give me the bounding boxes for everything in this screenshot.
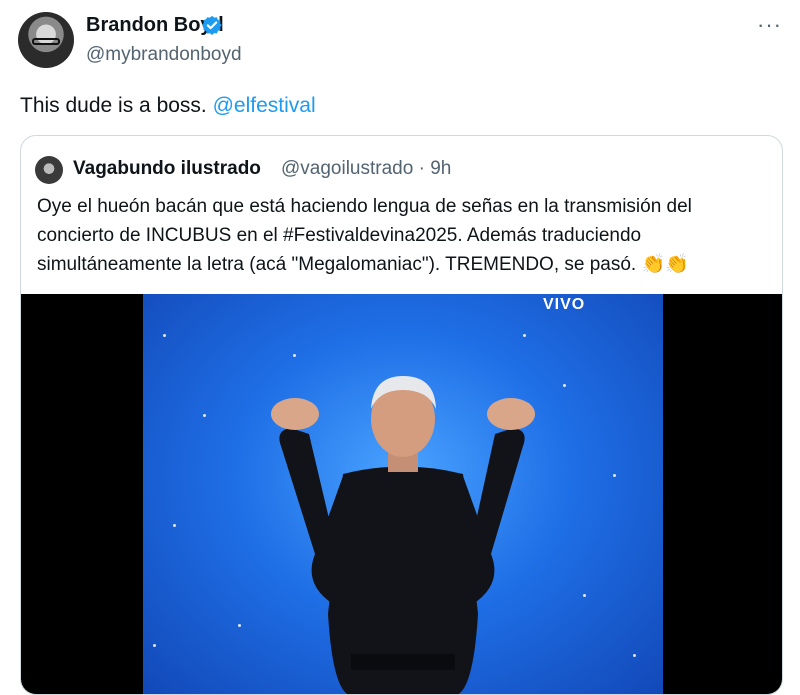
tweet-text: This dude is a boss. @elfestival [20,94,316,118]
quoted-tweet-card[interactable]: Vagabundo ilustrado @vagoilustrado · 9h … [20,135,783,695]
video-frame: VIVO [143,294,663,694]
author-avatar[interactable] [18,12,74,68]
quoted-author-avatar [35,156,63,184]
tweet-body: This dude is a boss. [20,94,207,117]
video-player[interactable]: VIVO [21,294,782,694]
stage-light [173,524,176,527]
stage-light [613,474,616,477]
stage-light [163,334,166,337]
quoted-tweet-text: Oye el hueón bacán que está haciendo len… [37,196,692,275]
quoted-author-name[interactable]: Vagabundo ilustrado [73,158,261,180]
more-options-icon[interactable]: ··· [757,12,782,38]
verified-badge-icon [202,15,222,35]
sign-language-interpreter [271,376,535,694]
author-handle[interactable]: @mybrandonboyd [86,44,242,66]
stage-light [523,334,526,337]
stage-light [583,594,586,597]
stage-light [153,644,156,647]
mention-link[interactable]: @elfestival [213,94,316,117]
stage-light [203,414,206,417]
stage-light [633,654,636,657]
live-badge: VIVO [543,296,586,313]
quoted-author-handle: @vagoilustrado · 9h [281,158,452,179]
